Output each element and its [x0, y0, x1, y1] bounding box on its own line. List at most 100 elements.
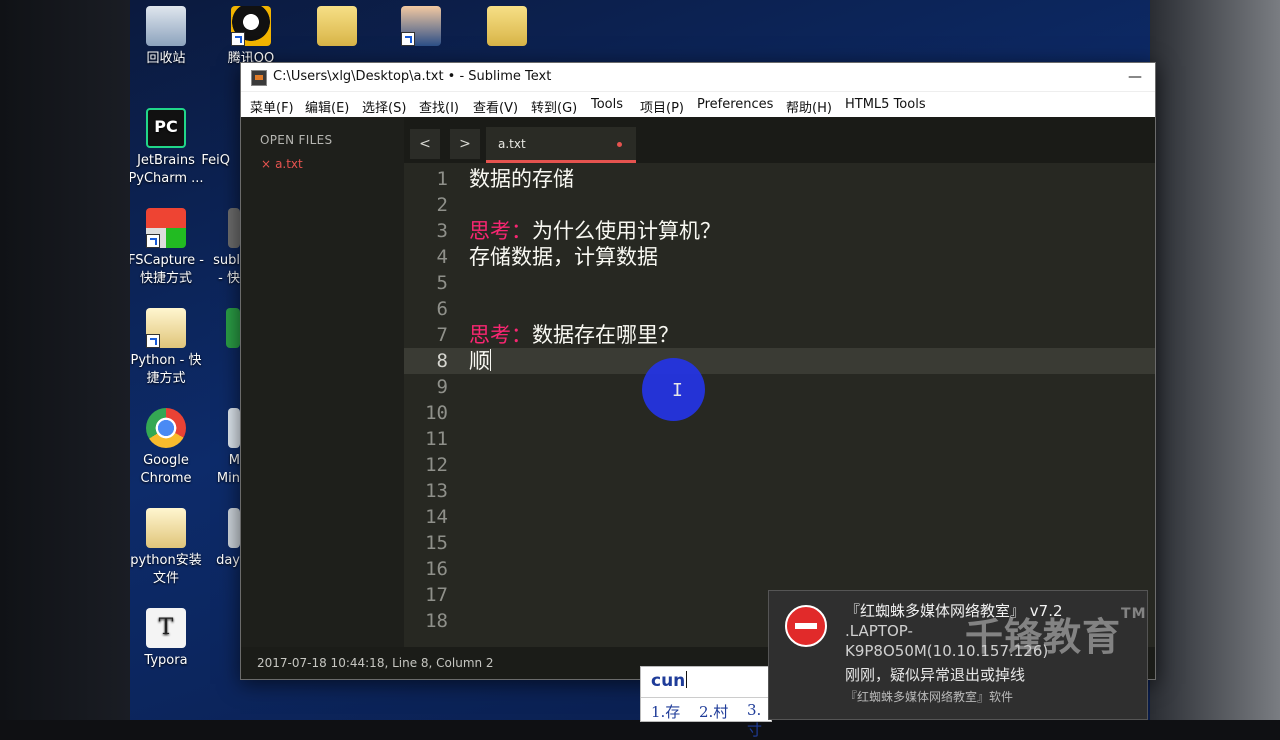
code-line[interactable]: 16 [404, 556, 1155, 582]
folder-icon [146, 508, 186, 548]
sidebar-file-a-txt[interactable]: × a.txt [261, 157, 303, 171]
desktop-icon-typora[interactable]: T Typora [130, 608, 205, 670]
code-line[interactable]: 13 [404, 478, 1155, 504]
code-line[interactable]: 8顺 [404, 348, 1155, 374]
menu-html5-tools[interactable]: HTML5 Tools [845, 97, 926, 112]
ibeam-cursor-icon: I [672, 380, 683, 401]
pycharm-icon: PC [146, 108, 186, 148]
line-number: 4 [436, 246, 448, 268]
code-line[interactable]: 5 [404, 270, 1155, 296]
line-text: 数据存在哪里？ [532, 323, 679, 347]
desktop-icon-folder[interactable] [298, 6, 376, 50]
window-title: C:\Users\xlg\Desktop\a.txt • - Sublime T… [273, 69, 552, 84]
code-line[interactable]: 2 [404, 192, 1155, 218]
recycle-bin-icon [146, 6, 186, 46]
code-text: 顺 [469, 348, 491, 374]
menu-help[interactable]: 帮助(H) [786, 97, 832, 116]
close-icon[interactable]: × [261, 157, 271, 171]
blurred-right-area [1150, 0, 1280, 720]
ime-candidate[interactable]: 2.村 [699, 701, 728, 722]
code-line[interactable]: 9 [404, 374, 1155, 400]
code-text: 思考：为什么使用计算机？ [469, 218, 721, 244]
line-number: 11 [425, 428, 448, 450]
watermark-logo: 千锋教育TM [965, 606, 1147, 659]
menu-edit[interactable]: 编辑(E) [305, 97, 349, 116]
code-line[interactable]: 7 思考：数据存在哪里？ [404, 322, 1155, 348]
file-shortcut-icon [146, 308, 186, 348]
line-number: 12 [425, 454, 448, 476]
tab-prev-button[interactable]: < [410, 129, 440, 159]
menu-select[interactable]: 选择(S) [362, 97, 406, 116]
ime-input[interactable]: cun [651, 671, 688, 691]
desktop-icon-qq[interactable]: 腾讯QQ [212, 6, 290, 68]
minimize-button[interactable]: — [1125, 63, 1145, 91]
open-files-header: OPEN FILES [260, 133, 333, 147]
notification-host: .LAPTOP- [845, 622, 913, 640]
menu-preferences[interactable]: Preferences [697, 97, 773, 112]
menu-goto[interactable]: 转到(G) [531, 97, 577, 116]
code-line[interactable]: 4 存储数据，计算数据 [404, 244, 1155, 270]
menu-project[interactable]: 项目(P) [640, 97, 684, 116]
desktop-icon-python[interactable]: Python - 快 捷方式 [130, 308, 205, 388]
person-shortcut-icon [401, 6, 441, 46]
code-line[interactable]: 1 数据的存储 [404, 166, 1155, 192]
code-text: 数据的存储 [469, 166, 574, 192]
line-number: 1 [436, 168, 448, 190]
text-caret [490, 349, 491, 371]
partial-green-icon [226, 308, 240, 348]
desktop-icon-python-installer[interactable]: python安装 文件 [130, 508, 205, 588]
menu-file[interactable]: 菜单(F) [250, 97, 294, 116]
desktop-icon-sublime[interactable]: subl - 快 [190, 208, 240, 288]
ime-candidate[interactable]: 1.存 [651, 701, 680, 722]
desktop-icon-person[interactable] [382, 6, 460, 50]
ime-candidate-window: cun 1.存 2.村 3.寸 [640, 666, 772, 739]
desktop-icon-partial[interactable] [226, 308, 240, 352]
line-number: 10 [425, 402, 448, 424]
code-line[interactable]: 15 [404, 530, 1155, 556]
title-bar[interactable]: C:\Users\xlg\Desktop\a.txt • - Sublime T… [241, 63, 1155, 91]
fscapture-icon [146, 208, 186, 248]
document-icon [228, 408, 240, 448]
desktop-icon-recycle-bin[interactable]: 回收站 [130, 6, 205, 68]
line-number: 17 [425, 584, 448, 606]
desktop-icon-day[interactable]: day [206, 508, 240, 570]
tab-label: a.txt [498, 137, 526, 151]
desktop-icon-folder-2[interactable] [468, 6, 546, 50]
line-number: 3 [436, 220, 448, 242]
keyword-text: 思考： [469, 219, 532, 243]
notification-source: 『红蜘蛛多媒体网络教室』软件 [845, 690, 1014, 704]
sidebar-file-label: a.txt [275, 157, 303, 171]
line-number: 2 [436, 194, 448, 216]
code-text: 存储数据，计算数据 [469, 244, 658, 270]
menu-tools[interactable]: Tools [591, 97, 623, 112]
sublime-icon [228, 208, 240, 248]
code-line[interactable]: 6 [404, 296, 1155, 322]
code-text: 思考：数据存在哪里？ [469, 322, 679, 348]
no-entry-icon [785, 605, 827, 647]
unsaved-dot-icon[interactable] [617, 142, 622, 147]
menu-find[interactable]: 查找(I) [419, 97, 459, 116]
code-editor[interactable]: 1 数据的存储 2 3 思考：为什么使用计算机？ 4 存储数据，计算数据 5 6 7 思考：数据存在… [404, 163, 1155, 647]
tab-a-txt[interactable]: a.txt [486, 127, 636, 163]
desktop-icon-feiq[interactable]: FeiQ [190, 108, 230, 170]
line-number: 18 [425, 610, 448, 632]
sidebar: OPEN FILES × a.txt [241, 117, 404, 647]
keyword-text: 思考： [469, 323, 532, 347]
sublime-app-icon [251, 70, 267, 86]
desktop-icon-chrome[interactable]: Google Chrome [130, 408, 205, 488]
code-line[interactable]: 10 [404, 400, 1155, 426]
code-line[interactable]: 3 思考：为什么使用计算机？ [404, 218, 1155, 244]
code-line[interactable]: 14 [404, 504, 1155, 530]
status-text: 2017-07-18 10:44:18, Line 8, Column 2 [257, 656, 494, 670]
line-text: 数据的存储 [469, 167, 574, 191]
line-number: 7 [436, 324, 448, 346]
code-line[interactable]: 11 [404, 426, 1155, 452]
menu-view[interactable]: 查看(V) [473, 97, 518, 116]
menu-bar: 菜单(F) 编辑(E) 选择(S) 查找(I) 查看(V) 转到(G) Tool… [241, 91, 1155, 118]
tab-next-button[interactable]: > [450, 129, 480, 159]
line-number: 14 [425, 506, 448, 528]
notification-message: 刚刚，疑似异常退出或掉线 [845, 666, 1026, 684]
desktop-icon-mind[interactable]: M Min [200, 408, 240, 488]
code-line[interactable]: 12 [404, 452, 1155, 478]
folder-icon [487, 6, 527, 46]
